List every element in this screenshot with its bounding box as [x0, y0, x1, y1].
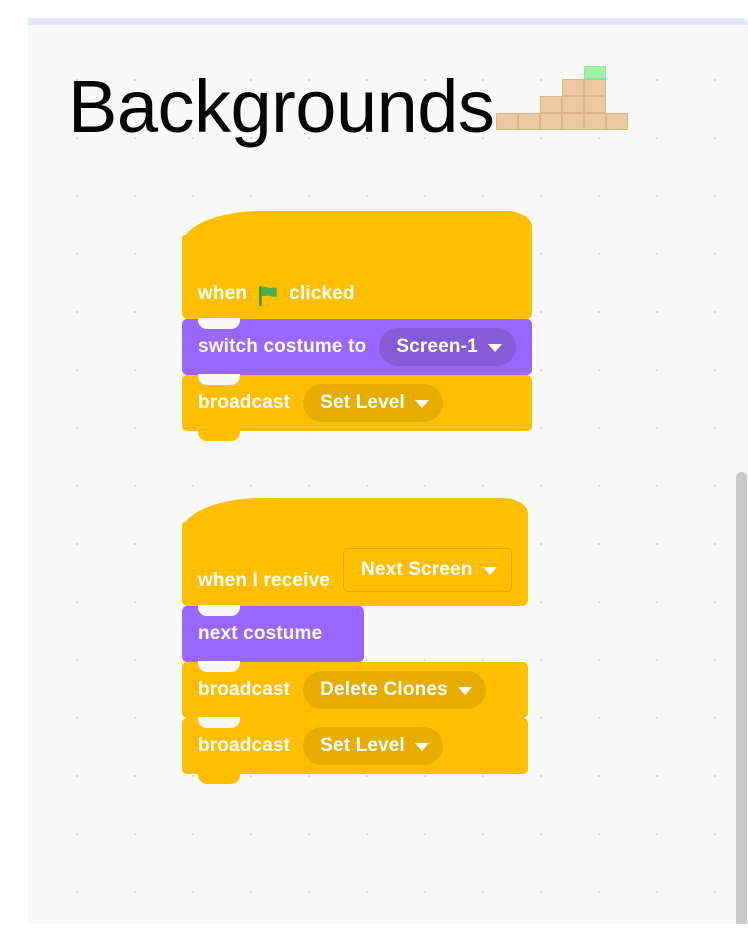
block-top-notch — [198, 661, 240, 672]
block-label: when — [198, 283, 248, 304]
script-stack-green-flag[interactable]: when clicked switch costume to Screen-1 — [182, 211, 532, 441]
block-top-notch — [198, 605, 240, 616]
chevron-down-icon — [482, 567, 497, 575]
script-stack-when-i-receive[interactable]: when I receive Next Screen next costume … — [182, 498, 528, 784]
scratch-workspace-canvas[interactable]: Backgrounds when clicked switch costume … — [28, 18, 748, 924]
terrain-tile — [606, 113, 629, 130]
dropdown-value: Set Level — [320, 735, 405, 756]
block-label: broadcast — [198, 392, 291, 413]
broadcast-message-dropdown[interactable]: Set Level — [303, 727, 443, 765]
broadcast-block[interactable]: broadcast Set Level — [182, 717, 528, 784]
terrain-tile — [584, 113, 607, 130]
block-label: clicked — [289, 283, 355, 304]
vertical-scrollbar-track[interactable] — [735, 32, 748, 924]
when-green-flag-clicked-block[interactable]: when clicked — [182, 211, 532, 329]
terrain-tile — [496, 113, 519, 130]
block-label: switch costume to — [198, 336, 367, 357]
chevron-down-icon — [414, 743, 429, 751]
chevron-down-icon — [457, 687, 472, 695]
title-row: Backgrounds — [68, 64, 644, 148]
pixel-terrain-art — [496, 65, 644, 139]
block-label: broadcast — [198, 735, 291, 756]
hat-dome — [182, 498, 528, 522]
terrain-tile — [562, 79, 585, 96]
page-root: Backgrounds when clicked switch costume … — [0, 0, 748, 936]
next-costume-block[interactable]: next costume — [182, 605, 364, 672]
terrain-grass-tile — [584, 66, 607, 79]
dropdown-value: Next Screen — [361, 559, 473, 580]
terrain-tile — [518, 113, 541, 130]
green-flag-icon — [256, 284, 280, 308]
block-label: when I receive — [198, 570, 331, 591]
page-title: Backgrounds — [68, 64, 495, 148]
broadcast-block[interactable]: broadcast Set Level — [182, 374, 532, 441]
terrain-tile — [540, 113, 563, 130]
block-label: next costume — [198, 623, 323, 644]
terrain-tile — [584, 96, 607, 113]
vertical-scrollbar-thumb[interactable] — [736, 472, 747, 924]
chevron-down-icon — [487, 344, 502, 352]
dropdown-value: Delete Clones — [320, 679, 448, 700]
terrain-tile — [562, 113, 585, 130]
block-top-notch — [198, 374, 240, 385]
chevron-down-icon — [414, 400, 429, 408]
block-top-notch — [198, 717, 240, 728]
block-bottom-notch — [198, 773, 240, 784]
terrain-tile — [540, 96, 563, 113]
broadcast-message-dropdown[interactable]: Set Level — [303, 384, 443, 422]
costume-dropdown[interactable]: Screen-1 — [379, 328, 516, 366]
block-label: broadcast — [198, 679, 291, 700]
terrain-tile — [584, 79, 607, 96]
broadcast-block[interactable]: broadcast Delete Clones — [182, 661, 528, 728]
broadcast-message-dropdown[interactable]: Delete Clones — [303, 671, 486, 709]
terrain-tile — [562, 96, 585, 113]
dropdown-value: Screen-1 — [396, 336, 478, 357]
hat-dome — [182, 211, 532, 235]
when-i-receive-block[interactable]: when I receive Next Screen — [182, 498, 528, 616]
block-top-notch — [198, 318, 240, 329]
block-bottom-notch — [198, 430, 240, 441]
switch-costume-to-block[interactable]: switch costume to Screen-1 — [182, 318, 532, 385]
receive-message-dropdown[interactable]: Next Screen — [343, 548, 512, 592]
dropdown-value: Set Level — [320, 392, 405, 413]
